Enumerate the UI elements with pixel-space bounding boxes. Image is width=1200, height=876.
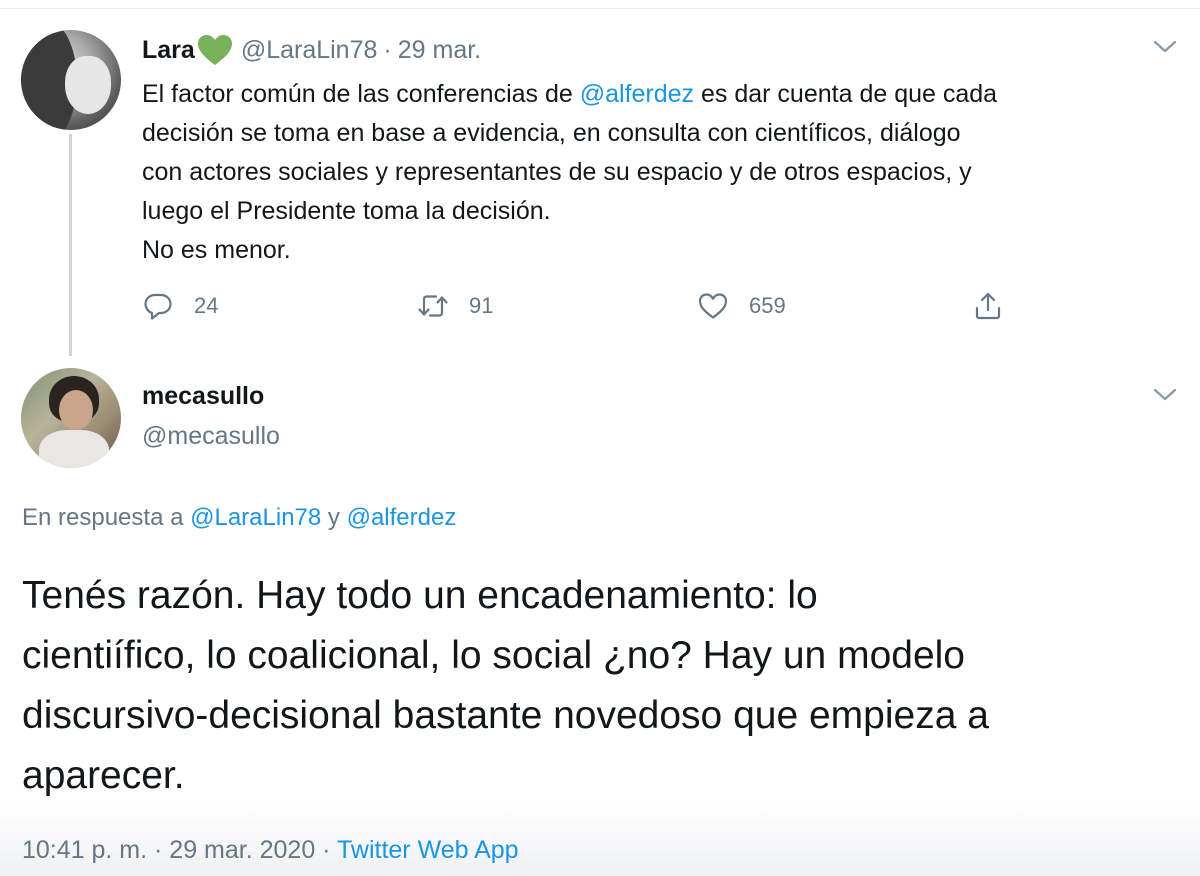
reply-joiner: y — [321, 504, 347, 531]
text-segment: El factor común de las conferencias de — [142, 80, 580, 108]
share-button[interactable] — [972, 290, 1004, 322]
reply-context: En respuesta a @LaraLin78 y @alferdez — [22, 504, 456, 532]
retweet-count: 91 — [469, 293, 494, 318]
avatar-mecasullo[interactable] — [21, 368, 121, 468]
tweet1-text-line: con actores sociales y representantes de… — [142, 158, 972, 186]
chevron-down-icon[interactable] — [1150, 36, 1180, 56]
mention-link[interactable]: @LaraLin78 — [190, 504, 321, 531]
retweet-button[interactable]: 91 — [417, 290, 493, 322]
tweet2-text-line: discursivo-decisional bastante novedoso … — [22, 694, 989, 737]
tweet1-text-line: No es menor. — [142, 236, 291, 264]
like-count: 659 — [749, 293, 786, 318]
tweet2-date[interactable]: 29 mar. 2020 — [169, 836, 315, 864]
avatar-lara[interactable] — [21, 30, 121, 130]
tweet2-author-handle[interactable]: @mecasullo — [142, 422, 280, 451]
tweet1-author-handle[interactable]: @LaraLin78 — [241, 34, 378, 66]
reply-button[interactable]: 24 — [142, 290, 218, 322]
tweet1-text-line: decisión se toma en base a evidencia, en… — [142, 119, 961, 147]
tweet1-text: El factor común de las conferencias de @… — [142, 75, 1182, 270]
meta-separator: · — [315, 836, 337, 864]
tweet1-action-bar: 24 91 659 — [142, 290, 1022, 330]
tweet2-metadata: 10:41 p. m. · 29 mar. 2020 · Twitter Web… — [22, 836, 519, 865]
text-segment: es dar cuenta de que cada — [694, 80, 998, 108]
tweet2-source-link[interactable]: Twitter Web App — [337, 836, 519, 864]
reply-prefix: En respuesta a — [22, 504, 191, 531]
chevron-down-icon[interactable] — [1150, 384, 1180, 404]
reply-count: 24 — [194, 293, 219, 318]
green-heart-emoji-icon — [197, 35, 232, 65]
thread-connector-line — [69, 134, 72, 356]
heart-icon — [698, 293, 728, 319]
tweet1-text-line: luego el Presidente toma la decisión. — [142, 197, 551, 225]
share-icon — [975, 292, 1001, 320]
tweet1-date[interactable]: 29 mar. — [398, 34, 481, 66]
top-divider — [0, 8, 1200, 9]
tweet1-author-name[interactable]: Lara — [142, 34, 195, 66]
retweet-icon — [418, 295, 448, 317]
meta-separator: · — [147, 836, 170, 864]
tweet2-text: Tenés razón. Hay todo un encadenamiento:… — [22, 566, 1192, 806]
tweet2-author-name[interactable]: mecasullo — [142, 382, 264, 411]
tweet1-separator: · — [383, 36, 392, 64]
like-button[interactable]: 659 — [697, 290, 786, 322]
tweet1-header: Lara @LaraLin78 · 29 mar. — [142, 34, 481, 66]
mention-link[interactable]: @alferdez — [347, 504, 457, 531]
mention-link[interactable]: @alferdez — [580, 80, 694, 108]
tweet2-text-line: aparecer. — [22, 754, 185, 797]
tweet2-time[interactable]: 10:41 p. m. — [22, 836, 147, 864]
tweet1-text-line: El factor común de las conferencias de @… — [142, 75, 1182, 114]
reply-icon — [144, 293, 172, 320]
tweet2-text-line: Tenés razón. Hay todo un encadenamiento:… — [22, 574, 818, 617]
tweet2-text-line: cientiífico, lo coalicional, lo social ¿… — [22, 634, 965, 677]
